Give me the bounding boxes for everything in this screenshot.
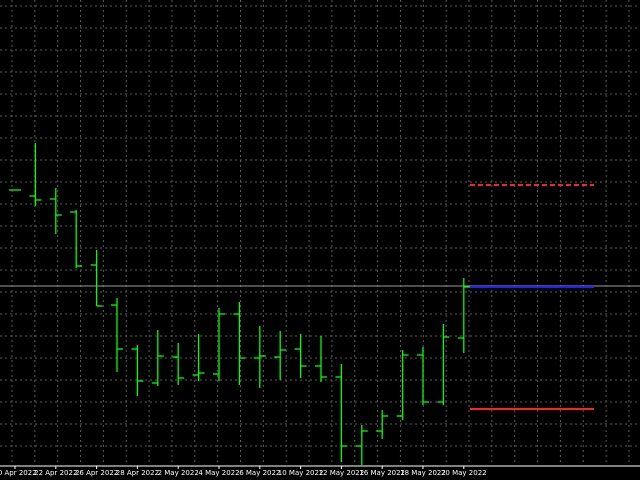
x-tick-label: 10 May 2022 (278, 469, 324, 477)
x-tick-label: 28 Apr 2022 (116, 469, 159, 477)
x-tick-label: 20 Apr 2022 (0, 469, 37, 477)
x-tick-label: 18 May 2022 (400, 469, 446, 477)
x-tick-label: 12 May 2022 (319, 469, 365, 477)
x-tick-label: 20 May 2022 (441, 469, 487, 477)
x-tick-label: 6 May 2022 (239, 469, 280, 477)
x-tick-label: 26 Apr 2022 (75, 469, 118, 477)
price-chart[interactable]: 20 Apr 202222 Apr 202226 Apr 202228 Apr … (0, 0, 640, 480)
x-tick-label: 2 May 2022 (158, 469, 199, 477)
price-chart-svg: 20 Apr 202222 Apr 202226 Apr 202228 Apr … (0, 0, 640, 480)
x-tick-label: 16 May 2022 (359, 469, 405, 477)
x-tick-label: 22 Apr 2022 (34, 469, 77, 477)
x-tick-label: 4 May 2022 (198, 469, 239, 477)
